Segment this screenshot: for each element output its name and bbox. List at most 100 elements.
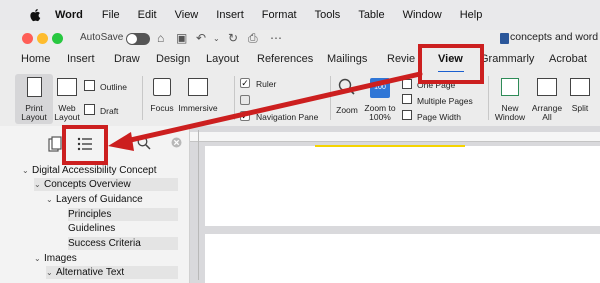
page-width-button[interactable]: Page Width bbox=[417, 112, 461, 122]
ribbon-divider bbox=[488, 76, 489, 120]
tab-layout[interactable]: Layout bbox=[206, 53, 239, 65]
immersive-reader-button[interactable]: Immersive bbox=[178, 74, 218, 124]
tab-references[interactable]: References bbox=[257, 53, 313, 65]
navigation-pane-label: Navigation Pane bbox=[256, 112, 319, 122]
print-layout-button[interactable]: Print Layout bbox=[15, 74, 53, 124]
minimize-window-button[interactable] bbox=[37, 33, 48, 44]
heading-label: Digital Accessibility Concept bbox=[32, 165, 157, 176]
heading-item[interactable]: ⌄ Images bbox=[34, 252, 77, 265]
menu-view[interactable]: View bbox=[175, 9, 199, 21]
heading-item[interactable]: ⌄ Digital Accessibility Concept bbox=[22, 164, 157, 177]
web-layout-button[interactable]: Web Layout bbox=[54, 74, 80, 124]
zoom-window-button[interactable] bbox=[52, 33, 63, 44]
heading-item[interactable]: ⌄ Alternative Text bbox=[46, 266, 178, 279]
document-title: concepts and word bbox=[510, 31, 599, 43]
close-window-button[interactable] bbox=[22, 33, 33, 44]
headings-button-highlight bbox=[62, 125, 108, 165]
multiple-pages-button[interactable]: Multiple Pages bbox=[417, 96, 473, 106]
vertical-ruler bbox=[198, 130, 199, 280]
menu-format[interactable]: Format bbox=[262, 9, 297, 21]
zoom-label: Zoom bbox=[336, 105, 358, 115]
menu-window[interactable]: Window bbox=[403, 9, 442, 21]
menu-app-word[interactable]: Word bbox=[55, 9, 83, 21]
tab-mailings[interactable]: Mailings bbox=[327, 53, 367, 65]
new-window-button[interactable]: New Window bbox=[492, 74, 528, 124]
print-layout-icon bbox=[27, 77, 42, 97]
focus-label: Focus bbox=[150, 103, 174, 113]
draft-button[interactable]: Draft bbox=[100, 106, 118, 116]
new-window-icon bbox=[501, 78, 519, 96]
home-icon[interactable]: ⌂ bbox=[157, 31, 164, 45]
heading-item[interactable]: ⌄ Layers of Guidance bbox=[46, 193, 143, 206]
ruler-checkbox[interactable]: ✓ bbox=[240, 78, 250, 88]
outline-button[interactable]: Outline bbox=[100, 82, 127, 92]
search-icon[interactable] bbox=[137, 136, 151, 150]
tab-design[interactable]: Design bbox=[156, 53, 190, 65]
heading-item[interactable]: Guidelines bbox=[68, 222, 115, 235]
window-titlebar: AutoSave ⌂ ▣ ↶ ⌄ ↻ ⎙ ⋯ concepts and word bbox=[0, 30, 600, 48]
document-page[interactable] bbox=[205, 234, 600, 283]
immersive-label: Immersive bbox=[178, 103, 218, 113]
zoom-to-100-button[interactable]: 100 Zoom to 100% bbox=[362, 74, 398, 124]
heading-item[interactable]: Success Criteria bbox=[68, 237, 178, 250]
more-icon[interactable]: ⋯ bbox=[270, 31, 282, 45]
focus-icon bbox=[153, 78, 171, 96]
chevron-down-icon[interactable]: ⌄ bbox=[34, 252, 44, 265]
save-icon[interactable]: ▣ bbox=[176, 31, 187, 45]
menu-file[interactable]: File bbox=[102, 9, 120, 21]
focus-button[interactable]: Focus bbox=[148, 74, 176, 124]
outline-icon bbox=[84, 80, 95, 91]
tab-acrobat[interactable]: Acrobat bbox=[549, 53, 587, 65]
menu-tools[interactable]: Tools bbox=[315, 9, 341, 21]
heading-label: Alternative Text bbox=[56, 267, 125, 278]
pages-icon[interactable] bbox=[48, 136, 62, 152]
heading-item[interactable]: Principles bbox=[68, 208, 178, 221]
close-icon[interactable] bbox=[171, 137, 182, 148]
heading-label: Images bbox=[44, 253, 77, 264]
navigation-pane-checkbox[interactable]: ✓ bbox=[240, 111, 250, 121]
new-window-label: New Window bbox=[494, 103, 526, 122]
undo-dropdown-icon[interactable]: ⌄ bbox=[213, 34, 220, 43]
document-canvas[interactable] bbox=[190, 126, 600, 283]
undo-icon[interactable]: ↶ bbox=[196, 31, 206, 45]
ruler-label: Ruler bbox=[256, 79, 277, 89]
document-page[interactable] bbox=[205, 146, 600, 226]
apple-icon[interactable] bbox=[29, 8, 43, 22]
horizontal-ruler[interactable] bbox=[190, 132, 600, 142]
one-page-icon bbox=[402, 79, 412, 89]
zoom-100-label: Zoom to 100% bbox=[364, 103, 396, 122]
ribbon-divider bbox=[330, 76, 331, 120]
draft-icon bbox=[84, 104, 95, 115]
split-button[interactable]: Split bbox=[566, 74, 594, 124]
heading-label: Success Criteria bbox=[68, 238, 141, 249]
menu-table[interactable]: Table bbox=[358, 9, 384, 21]
tab-insert[interactable]: Insert bbox=[67, 53, 95, 65]
heading-label: Principles bbox=[68, 209, 112, 220]
redo-icon[interactable]: ↻ bbox=[228, 31, 238, 45]
print-icon[interactable]: ⎙ bbox=[248, 31, 258, 46]
gridlines-checkbox[interactable] bbox=[240, 95, 250, 105]
immersive-reader-icon bbox=[188, 78, 208, 96]
heading-label: Guidelines bbox=[68, 223, 116, 234]
zoom-icon bbox=[338, 78, 355, 95]
ribbon-divider bbox=[142, 76, 143, 120]
chevron-down-icon[interactable]: ⌄ bbox=[46, 266, 56, 279]
menu-insert[interactable]: Insert bbox=[216, 9, 244, 21]
chevron-down-icon[interactable]: ⌄ bbox=[22, 164, 32, 177]
autosave-toggle[interactable] bbox=[126, 33, 150, 45]
menu-help[interactable]: Help bbox=[460, 9, 483, 21]
menu-edit[interactable]: Edit bbox=[138, 9, 157, 21]
heading-label: Concepts Overview bbox=[44, 179, 131, 190]
tab-review[interactable]: Revie bbox=[387, 53, 415, 65]
chevron-down-icon[interactable]: ⌄ bbox=[46, 193, 56, 206]
chevron-down-icon[interactable]: ⌄ bbox=[34, 178, 44, 191]
arrange-all-button[interactable]: Arrange All bbox=[530, 74, 564, 124]
heading-item[interactable]: ⌄ Concepts Overview bbox=[34, 178, 178, 191]
zoom-button[interactable]: Zoom bbox=[334, 74, 360, 124]
tab-home[interactable]: Home bbox=[21, 53, 50, 65]
tab-draw[interactable]: Draw bbox=[114, 53, 140, 65]
ribbon-tabs: Home Insert Draw Design Layout Reference… bbox=[0, 48, 600, 72]
web-layout-icon bbox=[57, 78, 77, 96]
tab-grammarly[interactable]: Grammarly bbox=[480, 53, 534, 65]
text-highlight-mark bbox=[315, 145, 465, 147]
